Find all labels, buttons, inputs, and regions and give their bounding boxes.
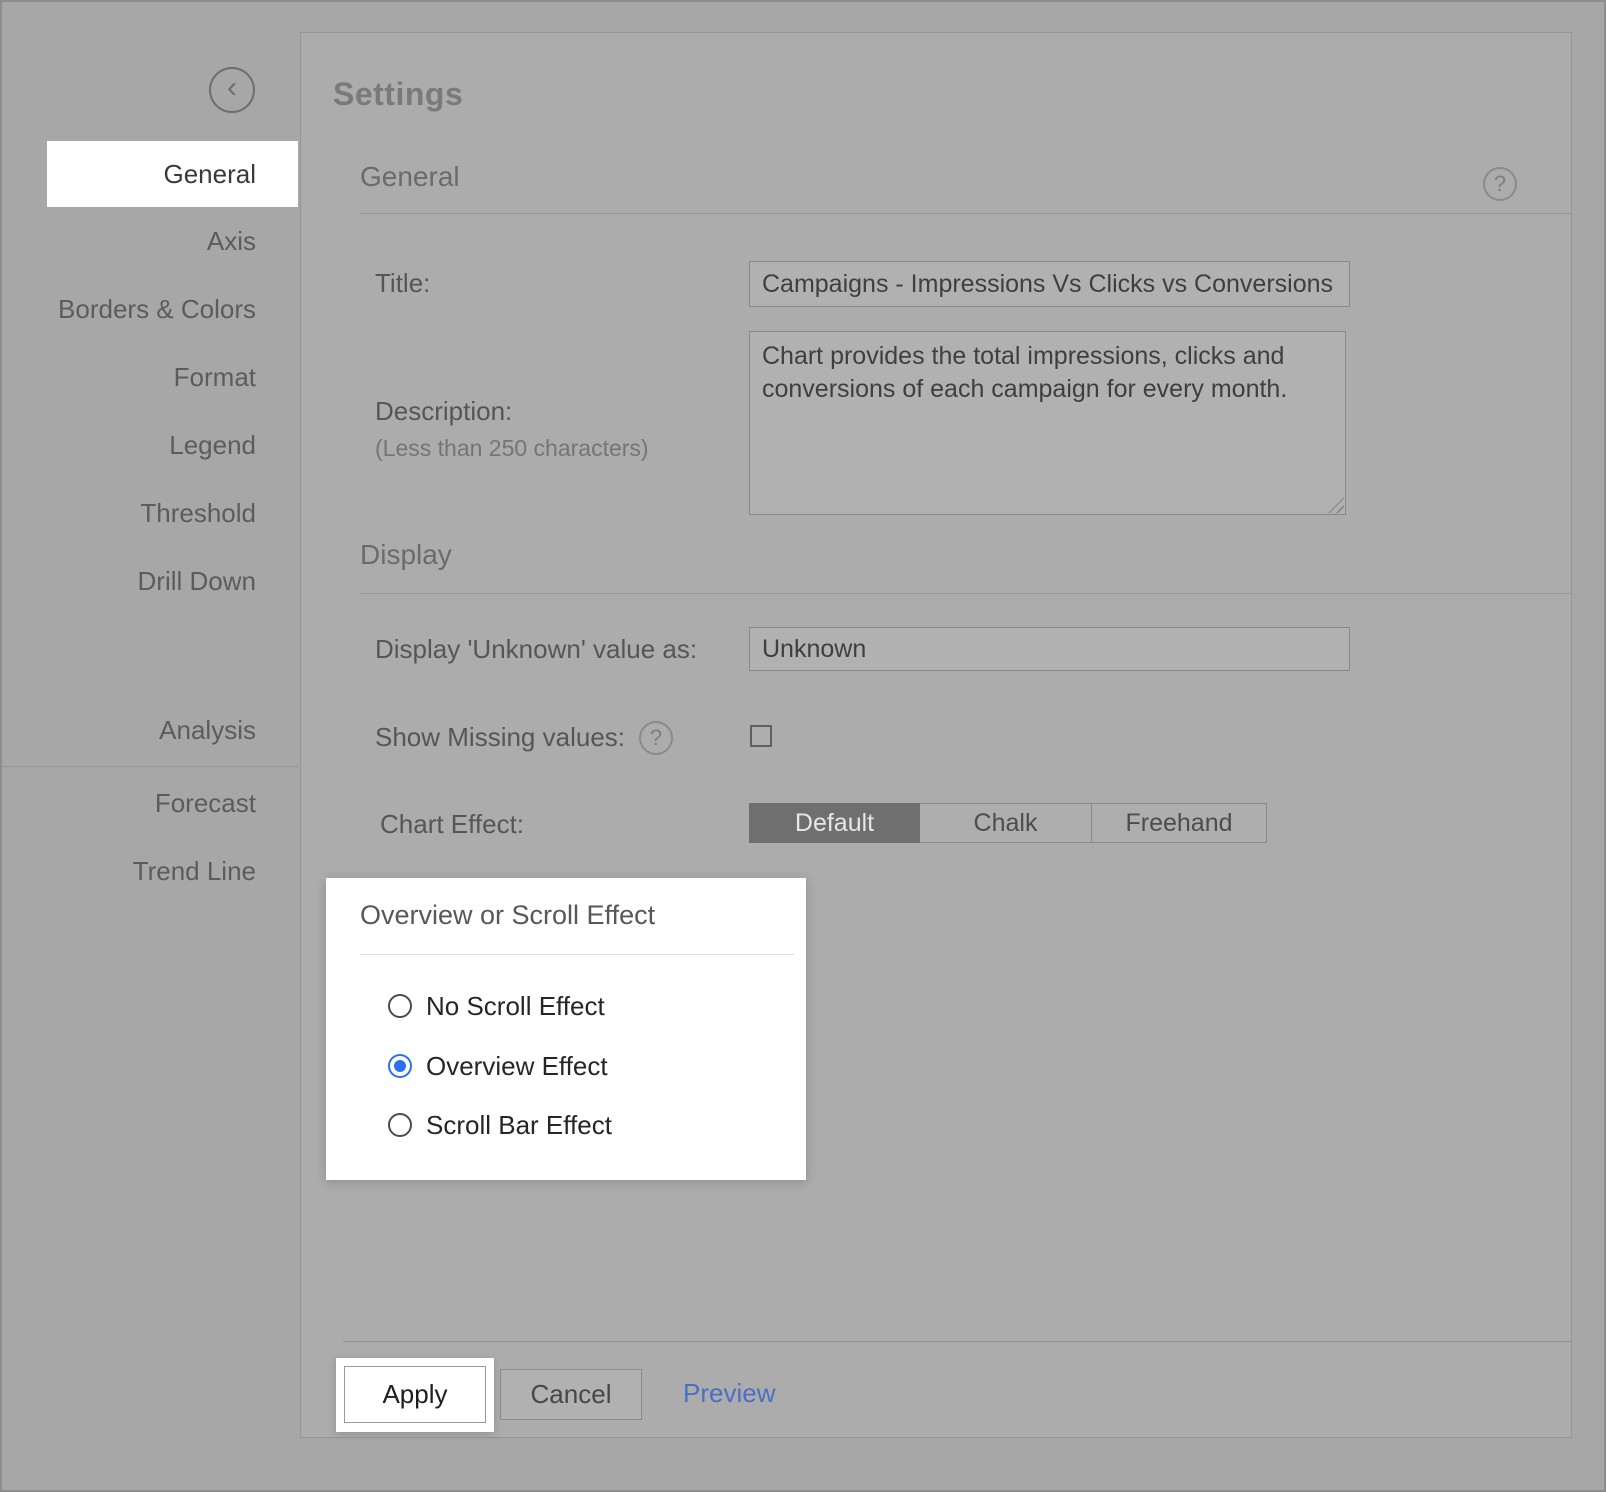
settings-dialog: ‹ General Axis Borders & Colors Format L…: [0, 0, 1606, 1492]
radio-scroll-bar-effect[interactable]: Scroll Bar Effect: [388, 1108, 612, 1142]
back-button[interactable]: ‹: [209, 67, 255, 113]
sidebar-item-axis[interactable]: Axis: [2, 207, 298, 275]
sidebar-item-format[interactable]: Format: [2, 343, 298, 411]
sidebar-item-label: Borders & Colors: [58, 294, 256, 325]
settings-sidebar: General Axis Borders & Colors Format Leg…: [2, 141, 298, 905]
sidebar-item-analysis[interactable]: Analysis: [2, 696, 298, 764]
sidebar-divider: [2, 766, 298, 767]
sidebar-item-drill-down[interactable]: Drill Down: [2, 547, 298, 615]
panel-title: Settings: [333, 76, 463, 113]
sidebar-item-label: Forecast: [155, 788, 256, 819]
sidebar-item-borders-colors[interactable]: Borders & Colors: [2, 275, 298, 343]
chart-effect-segmented-control: Default Chalk Freehand: [749, 803, 1267, 843]
sidebar-item-threshold[interactable]: Threshold: [2, 479, 298, 547]
title-label: Title:: [375, 268, 430, 299]
help-icon: ?: [1494, 171, 1506, 197]
chart-effect-label: Chart Effect:: [380, 809, 524, 840]
sidebar-item-label: Legend: [169, 430, 256, 461]
description-label-text: Description:: [375, 396, 649, 427]
apply-button-highlight: Apply: [336, 1358, 494, 1432]
description-textarea[interactable]: Chart provides the total impressions, cl…: [749, 331, 1346, 515]
overview-scroll-effect-card: Overview or Scroll Effect No Scroll Effe…: [326, 878, 806, 1180]
sidebar-item-label: Axis: [207, 226, 256, 257]
cancel-button[interactable]: Cancel: [500, 1369, 642, 1420]
sidebar-item-label: Analysis: [159, 715, 256, 746]
sidebar-item-label: Trend Line: [133, 856, 256, 887]
radio-label: Overview Effect: [426, 1051, 608, 1082]
preview-link[interactable]: Preview: [683, 1378, 775, 1409]
sidebar-item-forecast[interactable]: Forecast: [2, 769, 298, 837]
settings-panel: Settings General ? Title: Description: (…: [300, 32, 1572, 1438]
help-icon: ?: [650, 725, 662, 751]
sidebar-item-legend[interactable]: Legend: [2, 411, 298, 479]
display-section-heading: Display: [360, 539, 452, 571]
radio-icon[interactable]: [388, 1113, 412, 1137]
unknown-value-label: Display 'Unknown' value as:: [375, 634, 697, 665]
missing-values-help-button[interactable]: ?: [639, 721, 673, 755]
chart-effect-option-chalk[interactable]: Chalk: [920, 803, 1092, 843]
sidebar-item-label: Format: [174, 362, 256, 393]
radio-label: Scroll Bar Effect: [426, 1110, 612, 1141]
description-label: Description: (Less than 250 characters): [375, 396, 649, 462]
radio-icon[interactable]: [388, 1054, 412, 1078]
apply-button[interactable]: Apply: [344, 1366, 486, 1423]
radio-overview-effect[interactable]: Overview Effect: [388, 1049, 608, 1083]
section-divider: [360, 213, 1571, 214]
sidebar-item-trend-line[interactable]: Trend Line: [2, 837, 298, 905]
sidebar-item-label: General: [164, 159, 257, 190]
sidebar-item-general[interactable]: General: [47, 141, 298, 207]
unknown-value-input[interactable]: [749, 627, 1350, 671]
sidebar-item-label: Drill Down: [138, 566, 256, 597]
description-hint: (Less than 250 characters): [375, 435, 649, 462]
help-button[interactable]: ?: [1483, 167, 1517, 201]
footer-divider: [343, 1341, 1571, 1342]
title-input[interactable]: [749, 261, 1350, 307]
chart-effect-option-freehand[interactable]: Freehand: [1092, 803, 1267, 843]
scroll-effect-heading: Overview or Scroll Effect: [360, 900, 655, 931]
radio-icon[interactable]: [388, 994, 412, 1018]
chart-effect-option-default[interactable]: Default: [749, 803, 920, 843]
missing-values-label: Show Missing values:: [375, 722, 625, 753]
general-section-heading: General: [360, 161, 460, 193]
sidebar-item-label: Threshold: [140, 498, 256, 529]
chevron-left-icon: ‹: [227, 73, 237, 103]
section-divider: [360, 593, 1571, 594]
card-divider: [360, 954, 794, 955]
sidebar-spacer: [2, 615, 298, 696]
missing-values-checkbox[interactable]: [750, 725, 772, 747]
radio-no-scroll-effect[interactable]: No Scroll Effect: [388, 989, 605, 1023]
radio-label: No Scroll Effect: [426, 991, 605, 1022]
